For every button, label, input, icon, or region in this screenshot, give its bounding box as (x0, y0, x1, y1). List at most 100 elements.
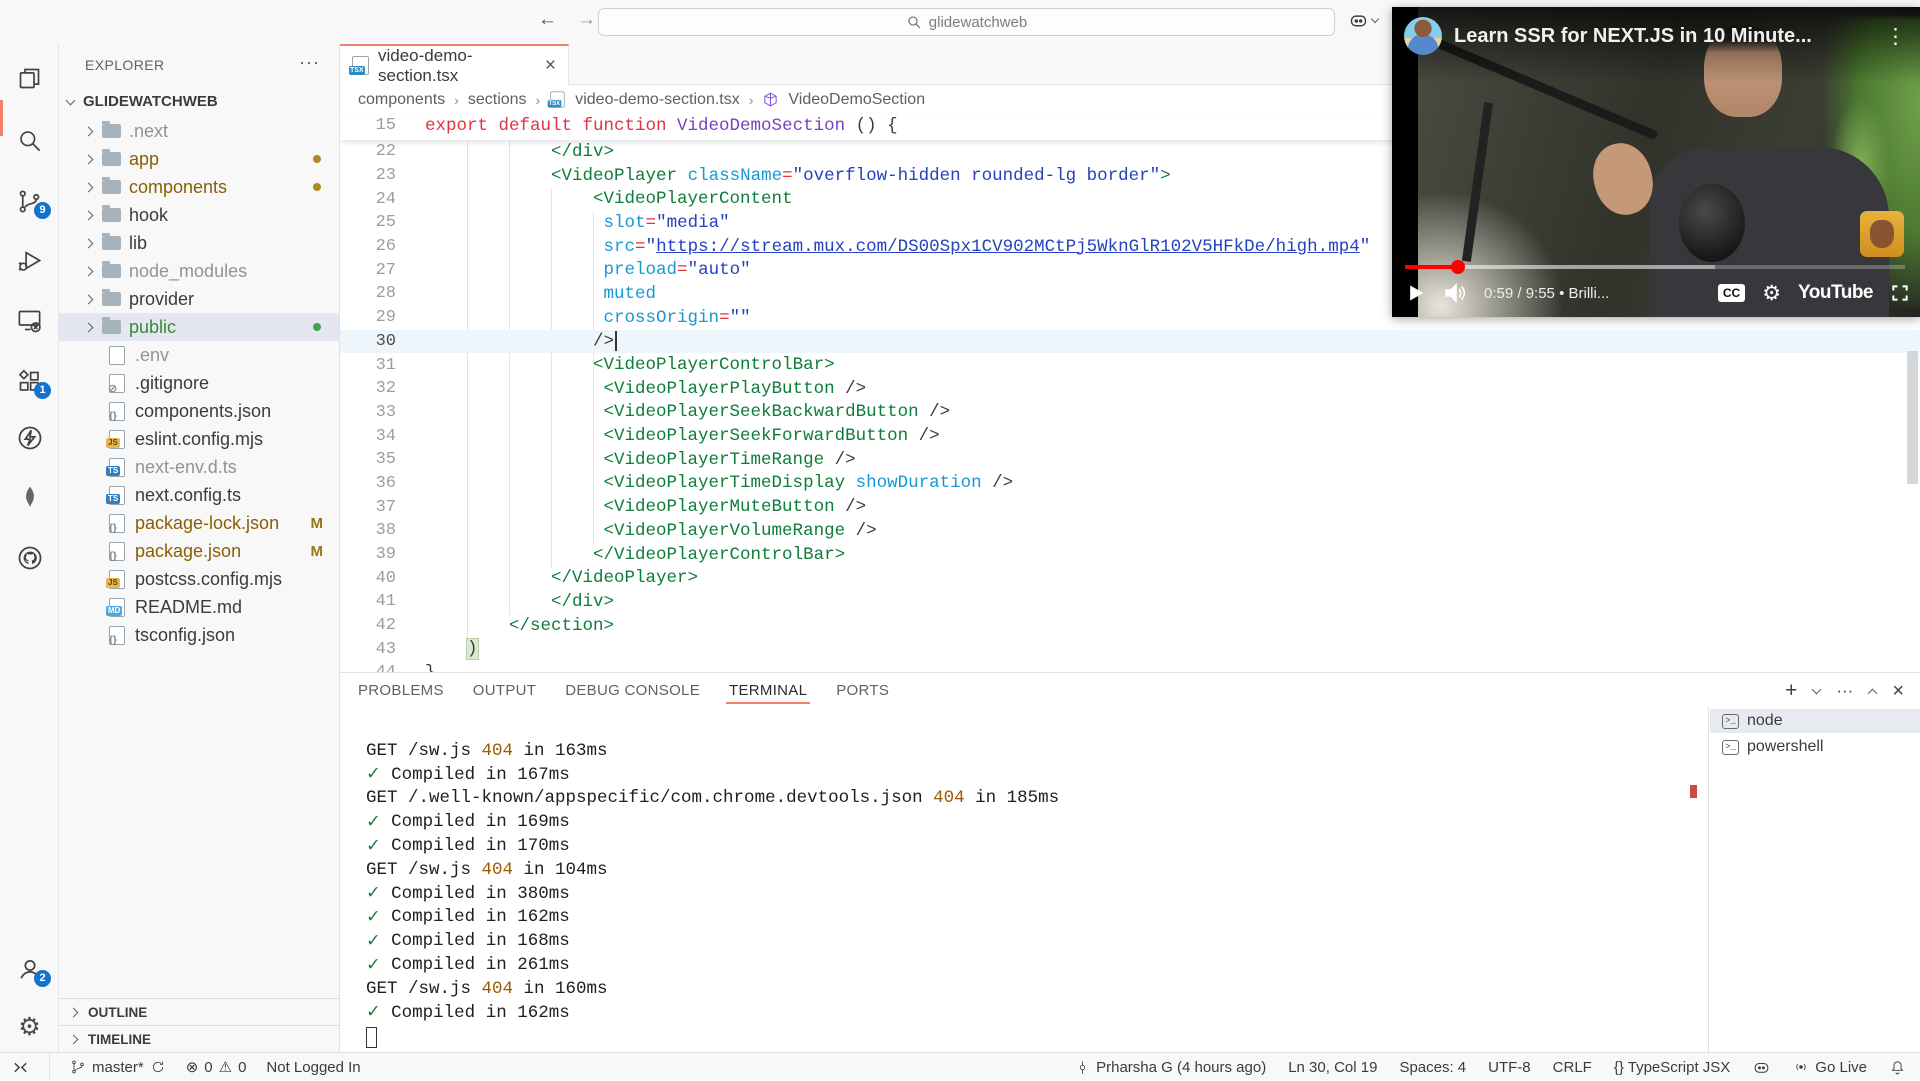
code-line-42[interactable]: 42 </section> (340, 614, 1920, 638)
extensions-icon[interactable]: 1 (0, 361, 59, 401)
timeline-section[interactable]: TIMELINE (59, 1025, 339, 1052)
panel-tab-debug-console[interactable]: DEBUG CONSOLE (565, 673, 700, 707)
maximize-panel-icon[interactable] (1868, 688, 1878, 698)
remote-indicator[interactable] (12, 1059, 29, 1076)
git-blame-status[interactable]: Prharsha G (4 hours ago) (1075, 1059, 1266, 1076)
remote-explorer-icon[interactable] (0, 300, 59, 340)
fullscreen-icon[interactable] (1890, 283, 1910, 303)
tree-item-lib[interactable]: lib (59, 229, 339, 257)
tree-item-hook[interactable]: hook (59, 201, 339, 229)
encoding-status[interactable]: UTF-8 (1488, 1059, 1531, 1076)
go-live-button[interactable]: Go Live (1793, 1059, 1867, 1076)
close-panel-icon[interactable]: × (1892, 680, 1904, 703)
outline-section[interactable]: OUTLINE (59, 998, 339, 1025)
tree-item-postcss.config.mjs[interactable]: JSpostcss.config.mjs (59, 565, 339, 593)
breadcrumb-item[interactable]: sections (468, 91, 527, 109)
code-line-32[interactable]: 32 <VideoPlayerPlayButton /> (340, 377, 1920, 401)
run-debug-icon[interactable] (0, 240, 59, 280)
tree-item-.env[interactable]: .env (59, 341, 339, 369)
cursor-position[interactable]: Ln 30, Col 19 (1288, 1059, 1377, 1076)
volume-icon[interactable] (1443, 281, 1467, 305)
github-icon[interactable] (0, 538, 59, 578)
new-terminal-icon[interactable]: + (1785, 679, 1797, 703)
channel-avatar[interactable] (1404, 17, 1442, 55)
command-center-search[interactable]: glidewatchweb (598, 8, 1335, 36)
tree-item-.next[interactable]: .next (59, 117, 339, 145)
explorer-icon[interactable] (0, 58, 59, 98)
youtube-logo[interactable]: YouTube (1798, 282, 1873, 304)
captions-button[interactable]: CC (1718, 284, 1745, 302)
code-line-43[interactable]: 43 ) (340, 637, 1920, 661)
tab-video-demo-section[interactable]: TSX video-demo-section.tsx × (340, 44, 569, 85)
problems-status[interactable]: ⊗ 0 ⚠ 0 (186, 1058, 247, 1076)
code-line-36[interactable]: 36 <VideoPlayerTimeDisplay showDuration … (340, 472, 1920, 496)
play-button-icon[interactable] (1406, 283, 1426, 303)
auth-status[interactable]: Not Logged In (266, 1059, 360, 1076)
tree-item-node_modules[interactable]: node_modules (59, 257, 339, 285)
explorer-more-actions[interactable]: ··· (299, 52, 320, 73)
code-line-40[interactable]: 40 </VideoPlayer> (340, 566, 1920, 590)
panel-tab-output[interactable]: OUTPUT (473, 673, 536, 707)
language-mode[interactable]: {} TypeScript JSX (1614, 1059, 1730, 1076)
source-control-icon[interactable]: 9 (0, 181, 59, 221)
video-progress-bar[interactable] (1405, 265, 1905, 269)
code-line-37[interactable]: 37 <VideoPlayerMuteButton /> (340, 495, 1920, 519)
code-line-41[interactable]: 41 </div> (340, 590, 1920, 614)
forward-arrow-icon[interactable]: → (577, 9, 596, 31)
video-title[interactable]: Learn SSR for NEXT.JS in 10 Minute... (1454, 25, 1867, 48)
accounts-icon[interactable]: 2 (0, 949, 59, 989)
code-line-31[interactable]: 31 <VideoPlayerControlBar> (340, 353, 1920, 377)
tree-item-package.json[interactable]: {}package.jsonM (59, 537, 339, 565)
back-arrow-icon[interactable]: ← (538, 9, 557, 31)
chevron-down-icon[interactable] (1371, 15, 1379, 23)
code-line-38[interactable]: 38 <VideoPlayerVolumeRange /> (340, 519, 1920, 543)
panel-tab-terminal[interactable]: TERMINAL (729, 673, 807, 707)
eol-status[interactable]: CRLF (1553, 1059, 1592, 1076)
thunder-client-icon[interactable] (0, 418, 59, 458)
panel-more-actions-icon[interactable]: ··· (1836, 681, 1853, 701)
terminal-dropdown-icon[interactable] (1812, 685, 1822, 695)
code-line-35[interactable]: 35 <VideoPlayerTimeRange /> (340, 448, 1920, 472)
breadcrumb-item[interactable]: VideoDemoSection (788, 91, 925, 109)
tree-item-components.json[interactable]: {}components.json (59, 397, 339, 425)
tree-item-README.md[interactable]: MDREADME.md (59, 593, 339, 621)
settings-gear-icon[interactable]: ⚙ (0, 1007, 59, 1047)
tree-item-package-lock.json[interactable]: {}package-lock.jsonM (59, 509, 339, 537)
activity-bar: 9 1 2 ⚙ (0, 44, 59, 1052)
terminal-instance-powershell[interactable]: >_powershell (1710, 735, 1920, 759)
code-line-39[interactable]: 39 </VideoPlayerControlBar> (340, 543, 1920, 567)
tree-item-.gitignore[interactable]: ⊘.gitignore (59, 369, 339, 397)
panel-tab-problems[interactable]: PROBLEMS (358, 673, 444, 707)
indentation-status[interactable]: Spaces: 4 (1399, 1059, 1466, 1076)
tree-item-eslint.config.mjs[interactable]: JSeslint.config.mjs (59, 425, 339, 453)
tree-item-app[interactable]: app (59, 145, 339, 173)
notifications-bell[interactable] (1889, 1059, 1906, 1076)
video-settings-icon[interactable]: ⚙ (1762, 281, 1781, 306)
copilot-icon[interactable] (1348, 10, 1369, 31)
code-line-34[interactable]: 34 <VideoPlayerSeekForwardButton /> (340, 424, 1920, 448)
tree-item-provider[interactable]: provider (59, 285, 339, 313)
tree-item-next.config.ts[interactable]: TSnext.config.ts (59, 481, 339, 509)
copilot-status[interactable] (1752, 1058, 1771, 1077)
git-branch-status[interactable]: master* (70, 1059, 166, 1076)
code-line-30[interactable]: 30 /> (340, 330, 1920, 354)
panel-tab-ports[interactable]: PORTS (836, 673, 889, 707)
close-tab-icon[interactable]: × (545, 55, 556, 77)
tree-item-next-env.d.ts[interactable]: TSnext-env.d.ts (59, 453, 339, 481)
terminal-instance-node[interactable]: >_node (1710, 709, 1920, 733)
code-line-33[interactable]: 33 <VideoPlayerSeekBackwardButton /> (340, 401, 1920, 425)
editor-scrollbar[interactable] (1907, 351, 1918, 484)
video-menu-icon[interactable]: ⋮ (1879, 24, 1912, 49)
youtube-pip-player[interactable]: Learn SSR for NEXT.JS in 10 Minute... ⋮ … (1392, 7, 1920, 317)
tree-item-tsconfig.json[interactable]: {}tsconfig.json (59, 621, 339, 649)
tree-item-components[interactable]: components (59, 173, 339, 201)
terminal-output[interactable]: GET /sw.js 404 in 163ms✓ Compiled in 167… (366, 739, 1059, 1048)
mongodb-icon[interactable] (0, 477, 59, 517)
tree-item-public[interactable]: public (59, 313, 339, 341)
project-root-row[interactable]: GLIDEWATCHWEB (59, 88, 339, 115)
progress-knob[interactable] (1451, 260, 1465, 274)
breadcrumb-item[interactable]: video-demo-section.tsx (575, 91, 740, 109)
code-line-44[interactable]: 44} (340, 661, 1920, 672)
breadcrumb-item[interactable]: components (358, 91, 445, 109)
search-view-icon[interactable] (0, 120, 59, 160)
